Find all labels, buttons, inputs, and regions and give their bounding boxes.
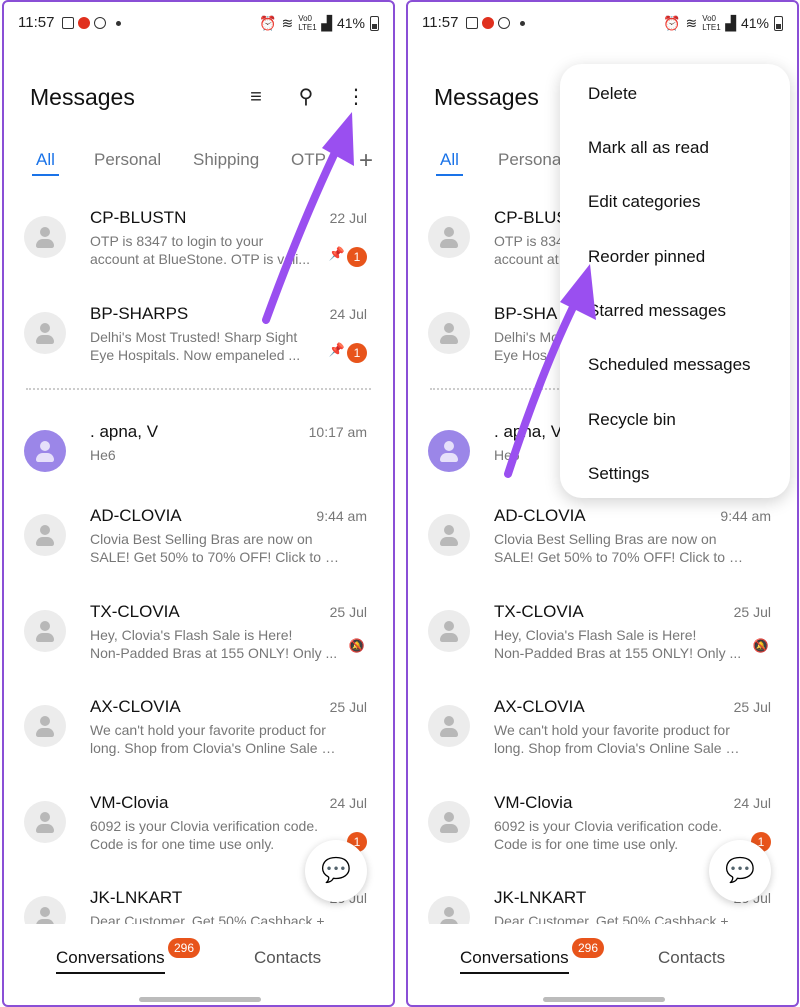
tab-all[interactable]: All [32,150,59,176]
status-bar: 11:57 ⏰ ≋ Vo0 LTE1 ▟ 41% [422,14,783,36]
menu-item-settings[interactable]: Settings [588,464,649,484]
avatar [428,610,470,652]
unread-badge: 1 [347,247,367,267]
list-item[interactable]: AD-CLOVIA 9:44 am Clovia Best Selling Br… [4,496,393,592]
page-title: Messages [434,84,539,110]
signal-icon: ▟ [725,14,736,31]
pin-icon: 📌 [328,342,345,357]
overflow-menu: Delete Mark all as read Edit categories … [560,64,790,498]
compose-button[interactable]: 💬 [305,840,367,902]
conversations-badge: 296 [168,938,201,958]
battery-text: 41% [740,15,769,31]
menu-item-mark-all-read[interactable]: Mark all as read [588,138,709,158]
notification-icon [482,17,494,29]
filter-icon[interactable]: ≡ [243,84,269,110]
tab-shipping[interactable]: Shipping [193,150,259,170]
avatar [428,430,470,472]
mute-icon: 🔕 [752,638,769,653]
wifi-icon: ≋ [281,14,294,31]
category-tabs: All Personal Shipping OTP [30,150,393,180]
bottom-nav: Conversations 296 Contacts [4,934,393,984]
dot-icon [116,20,121,26]
avatar [24,705,66,747]
avatar [428,216,470,258]
list-item[interactable]: TX-CLOVIA 25 Jul Hey, Clovia's Flash Sal… [4,592,393,688]
avatar [428,312,470,354]
alarm-icon: ⏰ [259,14,277,31]
battery-text: 41% [336,15,365,31]
avatar [24,610,66,652]
battery-icon [774,15,783,31]
list-item[interactable]: . apna, V 10:17 am He6 [4,412,393,508]
sync-icon [94,17,106,29]
avatar [24,430,66,472]
avatar [428,896,470,924]
status-time: 11:57 [18,14,55,31]
pinned-divider [26,388,371,390]
menu-item-recycle-bin[interactable]: Recycle bin [588,410,676,430]
list-item[interactable]: AX-CLOVIA 25 Jul We can't hold your favo… [4,687,393,783]
search-icon[interactable]: ⚲ [293,84,319,110]
bottom-nav: Conversations 296 Contacts [408,934,797,984]
avatar [24,514,66,556]
avatar [24,216,66,258]
status-time: 11:57 [422,14,459,31]
menu-item-reorder-pinned[interactable]: Reorder pinned [588,247,705,267]
pin-icon: 📌 [328,246,345,261]
compose-button[interactable]: 💬 [709,840,771,902]
left-screenshot: 11:57 ⏰ ≋ Vo0 LTE1 ▟ 41% Messages ≡ ⚲ ⋮ … [2,0,395,1007]
tab-contacts[interactable]: Contacts [658,948,725,968]
notification-icon [78,17,90,29]
network-label: Vo0 LTE1 [702,14,721,32]
home-indicator [543,997,665,1002]
gallery-icon [62,17,74,29]
signal-icon: ▟ [321,14,332,31]
avatar [428,801,470,843]
tab-personal[interactable]: Personal [94,150,161,170]
right-screenshot: 11:57 ⏰ ≋ Vo0 LTE1 ▟ 41% Messages All Pe… [406,0,799,1007]
avatar [428,705,470,747]
list-item[interactable]: CP-BLUSTN 22 Jul OTP is 8347 to login to… [4,198,393,294]
menu-item-scheduled-messages[interactable]: Scheduled messages [588,355,751,375]
gallery-icon [466,17,478,29]
network-label: Vo0 LTE1 [298,14,317,32]
wifi-icon: ≋ [685,14,698,31]
list-item[interactable]: TX-CLOVIA 25 Jul Hey, Clovia's Flash Sal… [408,592,797,688]
tab-conversations[interactable]: Conversations [460,948,569,974]
more-vert-icon[interactable]: ⋮ [343,84,369,110]
tab-contacts[interactable]: Contacts [254,948,321,968]
sync-icon [498,17,510,29]
compose-icon: 💬 [725,857,755,884]
menu-item-edit-categories[interactable]: Edit categories [588,192,700,212]
add-category-icon[interactable]: + [359,147,373,175]
tab-conversations[interactable]: Conversations [56,948,165,974]
mute-icon: 🔕 [348,638,365,653]
tab-otp[interactable]: OTP [291,150,326,170]
page-title: Messages [30,84,135,110]
avatar [24,896,66,924]
dot-icon [520,20,525,26]
menu-item-starred-messages[interactable]: Starred messages [588,301,726,321]
list-item[interactable]: AD-CLOVIA 9:44 am Clovia Best Selling Br… [408,496,797,592]
avatar [24,312,66,354]
conversation-list: CP-BLUSTN 22 Jul OTP is 8347 to login to… [4,198,393,924]
compose-icon: 💬 [321,857,351,884]
avatar [428,514,470,556]
menu-item-delete[interactable]: Delete [588,84,637,104]
tab-all[interactable]: All [436,150,463,176]
home-indicator [139,997,261,1002]
battery-icon [370,15,379,31]
tab-personal[interactable]: Persona [498,150,561,170]
unread-badge: 1 [347,343,367,363]
conversations-badge: 296 [572,938,605,958]
avatar [24,801,66,843]
list-item[interactable]: AX-CLOVIA 25 Jul We can't hold your favo… [408,687,797,783]
status-bar: 11:57 ⏰ ≋ Vo0 LTE1 ▟ 41% [18,14,379,36]
list-item[interactable]: BP-SHARPS 24 Jul Delhi's Most Trusted! S… [4,294,393,390]
alarm-icon: ⏰ [663,14,681,31]
